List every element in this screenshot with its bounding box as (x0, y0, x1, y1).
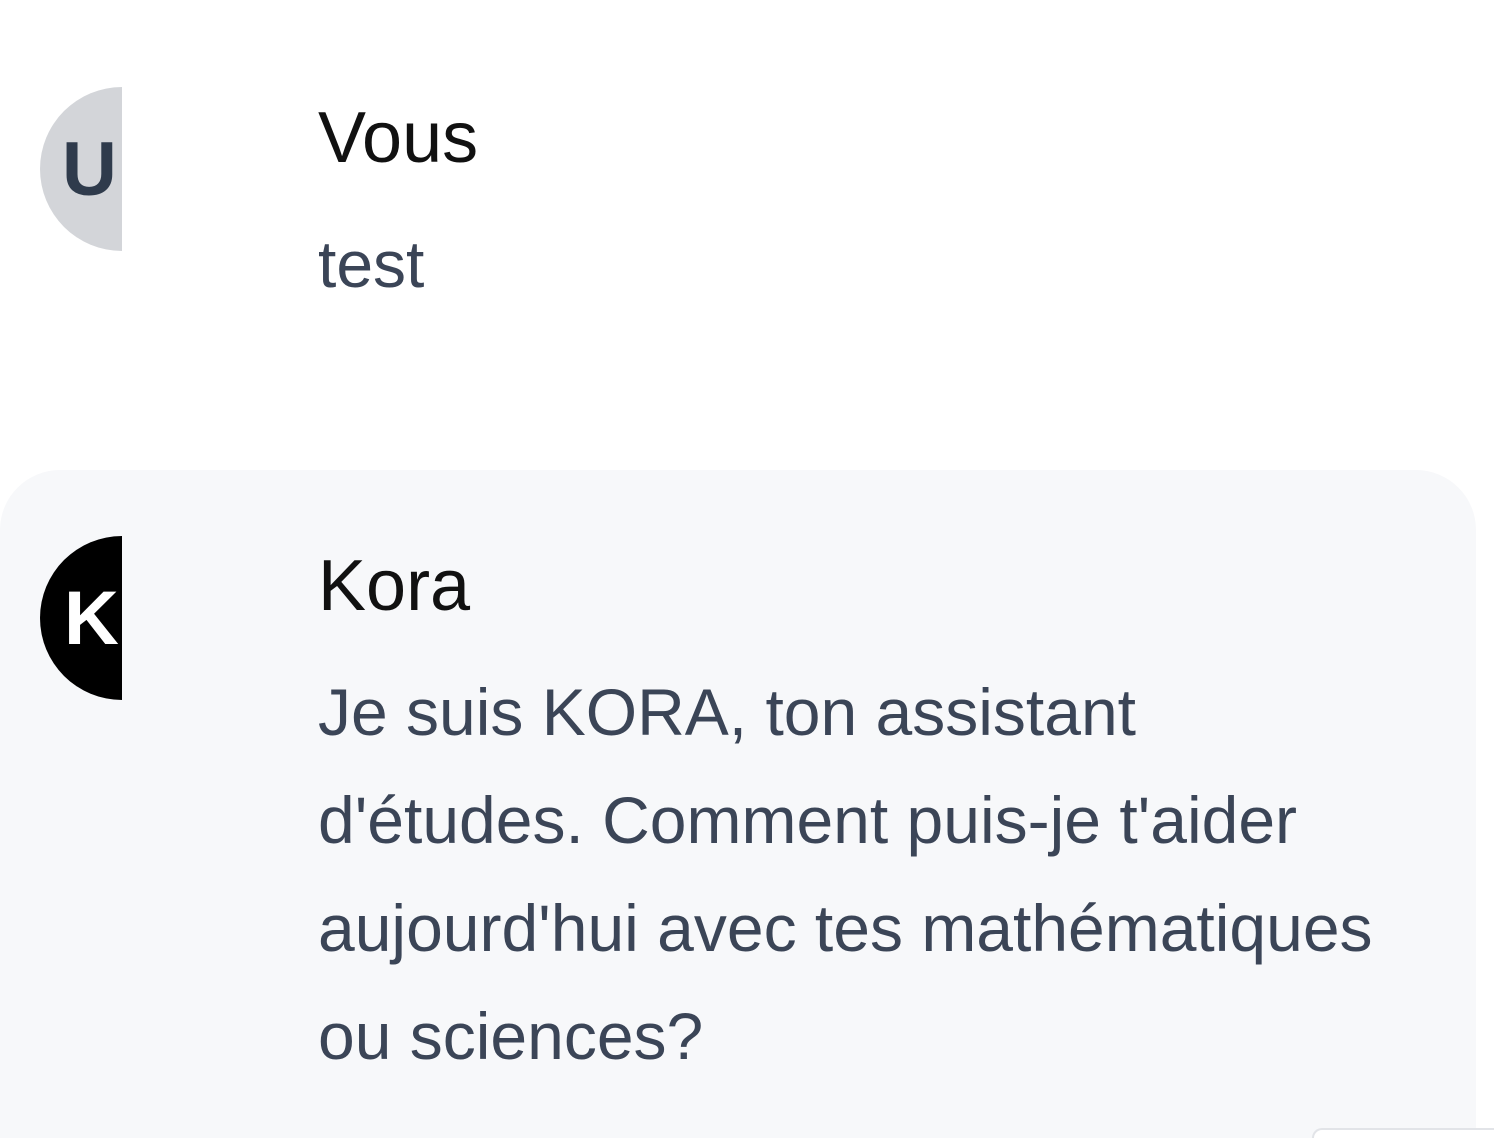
assistant-sender-name: Kora (318, 546, 471, 626)
input-box-edge[interactable] (1312, 1128, 1494, 1138)
user-avatar-letter: U (62, 126, 117, 212)
chat-thread: U Vous test K Kora Je suis KORA, ton ass… (0, 0, 1494, 1138)
assistant-avatar-letter: K (64, 575, 119, 661)
assistant-message: K Kora Je suis KORA, ton assistant d'étu… (0, 470, 1476, 1138)
user-message: U Vous test (0, 40, 1494, 420)
assistant-message-text: Je suis KORA, ton assistant d'études. Co… (318, 675, 1373, 1073)
user-message-text: test (318, 227, 425, 301)
assistant-avatar-container: K (0, 536, 122, 700)
user-avatar: U (40, 87, 122, 251)
user-sender-name: Vous (318, 98, 479, 178)
user-avatar-container: U (0, 87, 122, 251)
assistant-avatar: K (40, 536, 122, 700)
